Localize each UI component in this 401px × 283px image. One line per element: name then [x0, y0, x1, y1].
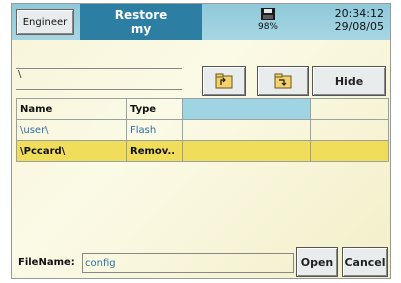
cancel-label: Cancel [344, 255, 386, 269]
dialog-screen: Engineer Restore my 98% 20:34:12 29/08/0… [11, 3, 391, 279]
clock-time: 20:34:12 [334, 7, 384, 20]
cancel-button[interactable]: Cancel [342, 247, 388, 277]
column-header-type[interactable]: Type [126, 98, 183, 120]
filename-input[interactable] [82, 253, 294, 273]
engineer-label: Engineer [22, 16, 68, 28]
table-row-selected[interactable]: \Pccard\ Remov.. [16, 140, 389, 162]
filename-label: FileName: [18, 257, 75, 268]
hide-label: Hide [334, 74, 364, 88]
column-header-empty [310, 98, 389, 120]
clock: 20:34:12 29/08/05 [335, 7, 384, 33]
column-header-name[interactable]: Name [16, 98, 127, 120]
row-cell-empty [182, 119, 311, 141]
row-type: Flash [126, 119, 183, 141]
open-label: Open [300, 255, 334, 269]
file-table: Name Type \user\ Flash \Pccard\ Remov.. [16, 98, 389, 162]
row-name: \Pccard\ [16, 140, 127, 162]
folder-up-icon [215, 73, 233, 89]
row-type: Remov.. [126, 140, 183, 162]
folder-new-button[interactable] [257, 66, 309, 96]
row-cell-empty [310, 140, 389, 162]
row-cell-empty [182, 140, 311, 162]
storage-indicator: 98% [248, 7, 288, 37]
title-line-2: my [130, 22, 152, 36]
clock-date: 29/08/05 [334, 20, 384, 33]
title-line-1: Restore [114, 8, 168, 22]
table-row[interactable]: \user\ Flash [16, 119, 389, 141]
engineer-button[interactable]: Engineer [16, 9, 74, 35]
dialog-title: Restore my [80, 4, 202, 40]
row-name: \user\ [16, 119, 127, 141]
open-button[interactable]: Open [296, 247, 338, 277]
table-header-row: Name Type [16, 98, 389, 120]
path-field[interactable]: \ [16, 68, 182, 90]
storage-percent: 98% [257, 22, 278, 32]
column-header-empty [182, 98, 311, 120]
row-cell-empty [310, 119, 389, 141]
disk-icon [261, 8, 275, 20]
hide-button[interactable]: Hide [312, 66, 386, 96]
folder-new-icon [274, 73, 292, 89]
folder-up-button[interactable] [202, 66, 246, 96]
header-bar: Engineer Restore my 98% 20:34:12 29/08/0… [12, 4, 390, 40]
